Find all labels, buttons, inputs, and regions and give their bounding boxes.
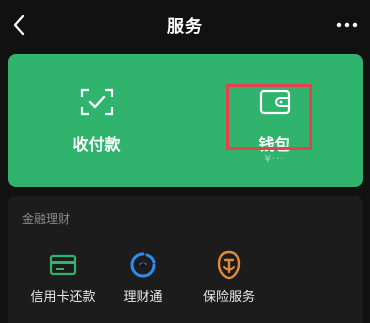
finance-section: 金融理财 信用卡还款 理财通 保险服务 bbox=[8, 196, 363, 323]
credit-card-repay-button[interactable]: 信用卡还款 bbox=[18, 248, 108, 308]
wallet-icon bbox=[255, 86, 295, 118]
insurance-label: 保险服务 bbox=[202, 290, 255, 305]
service-page: 服务 收付款 钱包 ¥··· 金融理财 信用卡还款 理财通 保险服务 bbox=[0, 0, 370, 323]
section-title: 金融理财 bbox=[22, 212, 71, 226]
wallet-balance-hidden: ¥··· bbox=[264, 154, 285, 165]
wallet-label: 钱包 bbox=[258, 135, 291, 154]
wealth-icon bbox=[128, 250, 158, 280]
receive-pay-label: 收付款 bbox=[72, 135, 121, 154]
scan-check-icon bbox=[77, 86, 117, 118]
payment-card: 收付款 钱包 ¥··· bbox=[8, 54, 363, 187]
credit-card-icon bbox=[48, 250, 78, 280]
receive-pay-button[interactable]: 收付款 bbox=[8, 54, 185, 187]
wallet-button[interactable]: 钱包 ¥··· bbox=[186, 54, 363, 187]
insurance-icon bbox=[214, 250, 244, 280]
header: 服务 bbox=[0, 0, 370, 50]
insurance-button[interactable]: 保险服务 bbox=[184, 248, 274, 308]
more-button[interactable] bbox=[334, 12, 360, 38]
more-dots-icon bbox=[336, 22, 358, 28]
credit-card-repay-label: 信用卡还款 bbox=[30, 290, 96, 305]
page-title: 服务 bbox=[167, 17, 203, 37]
licaitong-button[interactable]: 理财通 bbox=[98, 248, 188, 308]
licaitong-label: 理财通 bbox=[123, 290, 163, 305]
